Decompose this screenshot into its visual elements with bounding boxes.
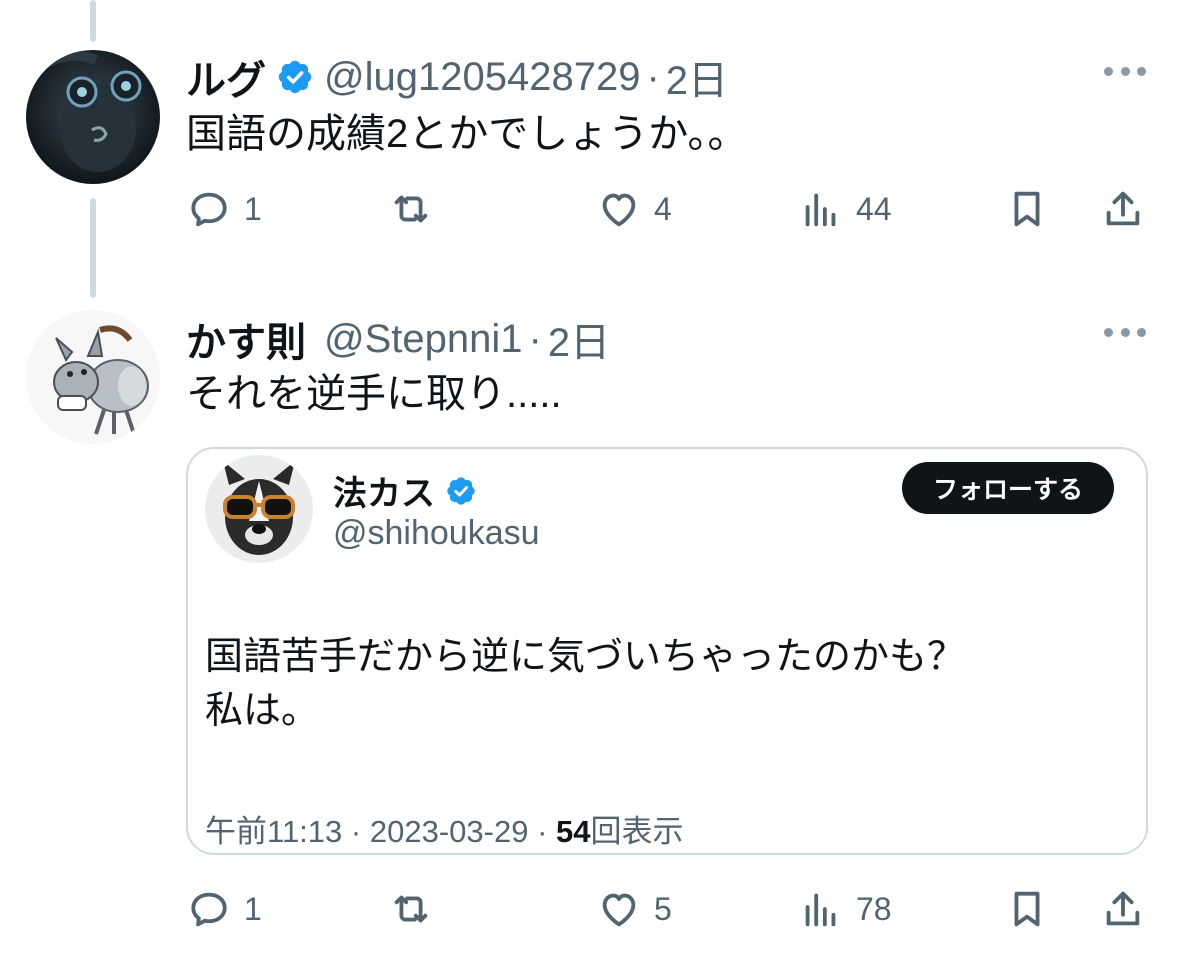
handle[interactable]: @Stepnni1 <box>324 317 523 362</box>
like-button[interactable]: 4 <box>596 186 672 232</box>
like-button[interactable]: 5 <box>596 886 672 932</box>
share-icon <box>1106 191 1140 226</box>
timestamp[interactable]: 2日 <box>548 310 610 368</box>
share-button[interactable] <box>1100 186 1146 232</box>
avatar[interactable] <box>26 310 160 444</box>
bookmark-button[interactable] <box>1004 186 1050 232</box>
display-name[interactable]: ルグ <box>186 48 266 106</box>
more-icon[interactable] <box>1104 326 1146 338</box>
like-icon <box>602 893 636 927</box>
views-button[interactable]: 44 <box>798 186 892 232</box>
tweet-text: 国語の成績2とかでしょうか。。 <box>186 112 748 156</box>
quoted-meta: 午前11:13 · 2023-03-29 · 54回表示 <box>205 806 684 851</box>
quoted-avatar[interactable] <box>205 455 313 563</box>
quoted-text-line: 国語苦手だから逆に気づいちゃったのかも？ <box>205 636 966 678</box>
tweet-header: ルグ @lug1205428729 · 2日 <box>186 48 728 106</box>
like-count: 4 <box>654 190 672 227</box>
views-icon <box>805 893 836 927</box>
views-button[interactable]: 78 <box>798 886 892 932</box>
like-count: 5 <box>654 890 672 927</box>
reply-count: 1 <box>244 890 262 927</box>
tweet-text: それを逆手に取り..... <box>186 372 562 416</box>
views-count: 78 <box>856 890 892 927</box>
quoted-name-row: 法カス <box>333 466 477 515</box>
separator: · <box>528 316 542 361</box>
retweet-icon <box>394 895 428 923</box>
share-icon <box>1106 891 1140 926</box>
more-icon[interactable] <box>1104 65 1146 77</box>
reply-button[interactable]: 1 <box>186 886 262 932</box>
views-count: 44 <box>856 190 892 227</box>
quoted-display-name[interactable]: 法カス <box>333 466 435 515</box>
thread-line-top <box>90 0 96 42</box>
quoted-handle[interactable]: @shihoukasu <box>333 514 540 553</box>
reply-button[interactable]: 1 <box>186 186 262 232</box>
handle[interactable]: @lug1205428729 <box>324 55 640 100</box>
quoted-views-label: 回表示 <box>590 814 684 849</box>
tweet-header: かす則 @Stepnni1 · 2日 <box>186 310 610 368</box>
reply-icon <box>191 892 227 927</box>
retweet-button[interactable] <box>388 186 434 232</box>
verified-badge-icon <box>278 60 312 94</box>
display-name[interactable]: かす則 <box>186 310 306 368</box>
follow-button[interactable]: フォローする <box>902 462 1114 514</box>
separator: · <box>350 814 362 849</box>
reply-icon <box>191 192 227 227</box>
views-icon <box>805 193 836 227</box>
retweet-icon <box>394 195 428 223</box>
avatar[interactable] <box>26 50 160 184</box>
quoted-text-line: 私は。 <box>205 690 320 732</box>
bookmark-icon <box>1014 191 1040 227</box>
share-button[interactable] <box>1100 886 1146 932</box>
verified-badge-icon <box>447 476 475 505</box>
bookmark-icon <box>1014 891 1040 927</box>
timestamp[interactable]: 2日 <box>666 48 728 106</box>
like-icon <box>602 193 636 227</box>
bookmark-button[interactable] <box>1004 886 1050 932</box>
quoted-views-count: 54 <box>556 814 591 849</box>
quoted-date[interactable]: 2023-03-29 <box>370 814 529 849</box>
quoted-time[interactable]: 午前11:13 <box>205 814 342 849</box>
separator: · <box>646 54 660 99</box>
retweet-button[interactable] <box>388 886 434 932</box>
separator: · <box>537 814 548 849</box>
thread-line-connector <box>90 198 96 298</box>
quoted-text: 国語苦手だから逆に気づいちゃったのかも？ 私は。 <box>205 630 965 738</box>
reply-count: 1 <box>244 190 262 227</box>
